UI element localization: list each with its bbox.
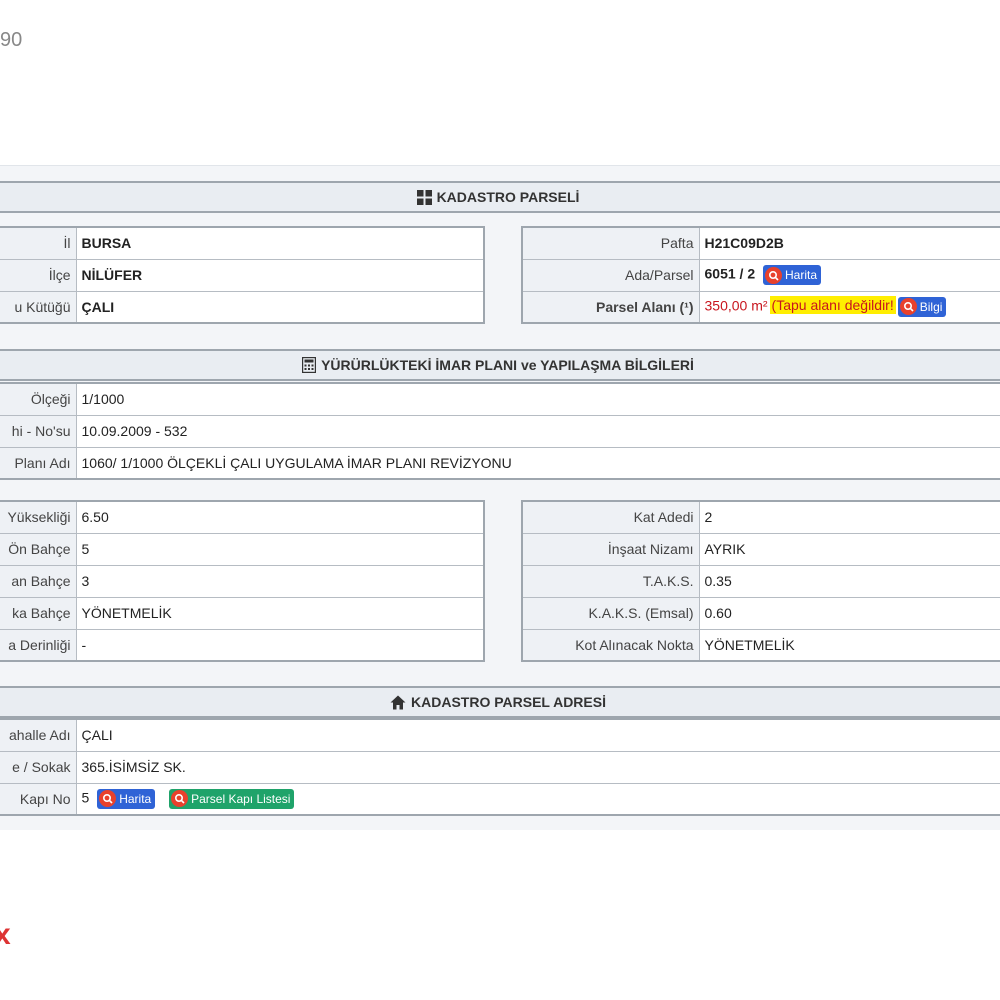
construction-order-value: AYRIK (698, 532, 1000, 566)
map-icon (99, 790, 117, 808)
door-map-button[interactable]: Harita (97, 788, 156, 809)
table-row: Kot Alınacak Nokta YÖNETMELİK (521, 628, 1000, 662)
plan-scale-value: 1/1000 (75, 382, 1000, 416)
rear-yard-value: YÖNETMELİK (75, 596, 485, 630)
door-number-label: Kapı No (0, 782, 77, 816)
table-row: hi - No'su 10.09.2009 - 532 (0, 414, 1000, 448)
door-number-cell: 5 Harita Parsel Kapı Listesi (75, 782, 1000, 816)
table-row: Ölçeği 1/1000 (0, 382, 1000, 416)
front-yard-value: 5 (75, 532, 485, 566)
zoning-density-table: Kat Adedi 2 İnşaat Nizamı AYRIK T.A.K.S.… (521, 500, 1000, 662)
cadastre-parcel-table: Pafta H21C09D2B Ada/Parsel 6051 / 2 Hari… (521, 226, 1000, 324)
table-row: İnşaat Nizamı AYRIK (521, 532, 1000, 566)
plan-name-label: Planı Adı (0, 446, 77, 480)
table-row: Kapı No 5 Harita Parsel Kapı Listesi (0, 782, 1000, 816)
floor-count-label: Kat Adedi (521, 500, 700, 534)
parcel-area-label: Parsel Alanı (¹) (521, 290, 700, 324)
plan-date-value: 10.09.2009 - 532 (75, 414, 1000, 448)
address-table: ahalle Adı ÇALI e / Sokak 365.İSİMSİZ SK… (0, 718, 1000, 816)
depth-label: a Derinliği (0, 628, 77, 662)
info-icon (899, 298, 917, 316)
address-section-header: KADASTRO PARSEL ADRESİ (0, 686, 1000, 718)
table-row: İl BURSA (0, 226, 485, 260)
parcel-map-label: Harita (785, 268, 818, 282)
info-button[interactable]: Bilgi (897, 296, 947, 317)
block-parcel-cell: 6051 / 2 Harita (698, 258, 1000, 292)
parcel-door-list-button[interactable]: Parsel Kapı Listesi (169, 788, 295, 809)
district-label: İlçe (0, 258, 77, 292)
table-row: Ön Bahçe 5 (0, 532, 485, 566)
table-row: Planı Adı 1060/ 1/1000 ÖLÇEKLİ ÇALI UYGU… (0, 446, 1000, 480)
table-row: T.A.K.S. 0.35 (521, 564, 1000, 598)
plan-scale-label: Ölçeği (0, 382, 77, 416)
parcel-door-list-label: Parsel Kapı Listesi (191, 791, 291, 806)
map-icon (765, 266, 782, 284)
district-value: NİLÜFER (75, 258, 485, 292)
cadastre-section-header: KADASTRO PARSELİ (0, 181, 1000, 213)
parcel-map-button[interactable]: Harita (763, 265, 822, 285)
table-row: Ada/Parsel 6051 / 2 Harita (521, 258, 1000, 292)
watermark-fragment: x (0, 918, 11, 951)
kaks-label: K.A.K.S. (Emsal) (521, 596, 700, 630)
province-label: İl (0, 226, 77, 260)
side-yard-value: 3 (75, 564, 485, 598)
parcel-area-cell: 350,00 m² (Tapu alanı değildir! Bilgi (698, 290, 1000, 324)
table-row: ahalle Adı ÇALI (0, 718, 1000, 752)
table-row: e / Sokak 365.İSİMSİZ SK. (0, 750, 1000, 784)
province-value: BURSA (75, 226, 485, 260)
cadastre-location-table: İl BURSA İlçe NİLÜFER u Kütüğü ÇALI (0, 226, 485, 324)
neighborhood-value: ÇALI (75, 718, 1000, 752)
table-row: u Kütüğü ÇALI (0, 290, 485, 324)
side-yard-label: an Bahçe (0, 564, 77, 598)
elevation-point-label: Kot Alınacak Nokta (521, 628, 700, 662)
table-row: Pafta H21C09D2B (521, 226, 1000, 260)
table-row: a Derinliği - (0, 628, 485, 662)
depth-value: - (75, 628, 485, 662)
table-row: Parsel Alanı (¹) 350,00 m² (Tapu alanı de… (521, 290, 1000, 324)
street-label: e / Sokak (0, 750, 77, 784)
sheet-value: H21C09D2B (698, 226, 1000, 260)
zoning-plan-table: Ölçeği 1/1000 hi - No'su 10.09.2009 - 53… (0, 382, 1000, 480)
grid-icon (416, 189, 432, 205)
street-value: 365.İSİMSİZ SK. (75, 750, 1000, 784)
address-section-title: KADASTRO PARSEL ADRESİ (411, 694, 606, 710)
height-value: 6.50 (75, 500, 485, 534)
registry-label: u Kütüğü (0, 290, 77, 324)
block-parcel-label: Ada/Parsel (521, 258, 700, 292)
kaks-value: 0.60 (698, 596, 1000, 630)
neighborhood-label: ahalle Adı (0, 718, 77, 752)
front-yard-label: Ön Bahçe (0, 532, 77, 566)
sheet-label: Pafta (521, 226, 700, 260)
page-number-fragment: 90 (0, 29, 23, 51)
block-parcel-value: 6051 / 2 (704, 265, 756, 282)
construction-order-label: İnşaat Nizamı (521, 532, 700, 566)
taks-label: T.A.K.S. (521, 564, 700, 598)
table-row: ka Bahçe YÖNETMELİK (0, 596, 485, 630)
floor-count-value: 2 (698, 500, 1000, 534)
zoning-section-header: YÜRÜRLÜKTEKİ İMAR PLANI ve YAPILAŞMA BİL… (0, 349, 1000, 381)
door-map-label: Harita (119, 791, 152, 806)
table-row: Kat Adedi 2 (521, 500, 1000, 534)
taks-value: 0.35 (698, 564, 1000, 598)
info-button-label: Bilgi (919, 299, 943, 314)
list-icon (171, 790, 189, 808)
plan-date-label: hi - No'su (0, 414, 77, 448)
home-icon (390, 695, 406, 709)
area-warning: (Tapu alanı değildir! (769, 296, 896, 315)
calculator-icon (302, 357, 317, 373)
zoning-section-title: YÜRÜRLÜKTEKİ İMAR PLANI ve YAPILAŞMA BİL… (321, 357, 694, 373)
registry-value: ÇALI (75, 290, 485, 324)
table-row: an Bahçe 3 (0, 564, 485, 598)
cadastre-section-title: KADASTRO PARSELİ (436, 189, 580, 205)
zoning-building-table: Yüksekliği 6.50 Ön Bahçe 5 an Bahçe 3 ka… (0, 500, 485, 662)
parcel-area-value: 350,00 m² (704, 297, 768, 314)
table-row: Yüksekliği 6.50 (0, 500, 485, 534)
rear-yard-label: ka Bahçe (0, 596, 77, 630)
table-row: K.A.K.S. (Emsal) 0.60 (521, 596, 1000, 630)
door-number-value: 5 (81, 789, 90, 806)
table-row: İlçe NİLÜFER (0, 258, 485, 292)
plan-name-value: 1060/ 1/1000 ÖLÇEKLİ ÇALI UYGULAMA İMAR … (75, 446, 1000, 480)
height-label: Yüksekliği (0, 500, 77, 534)
elevation-point-value: YÖNETMELİK (698, 628, 1000, 662)
